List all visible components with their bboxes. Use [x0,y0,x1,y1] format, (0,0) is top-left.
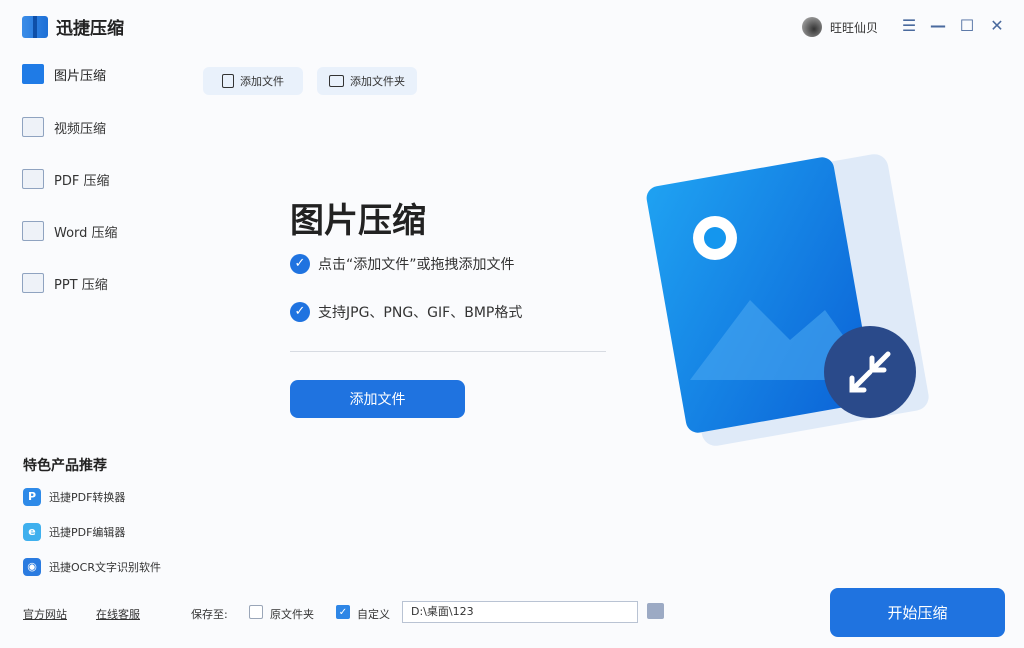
nav-label: Word 压缩 [54,225,118,241]
folder-browse-icon[interactable] [647,603,664,619]
recommend-item[interactable]: e 迅捷PDF编辑器 [23,523,125,541]
video-icon [22,117,44,137]
add-file-label: 添加文件 [240,75,284,88]
close-button[interactable]: ✕ [987,16,1007,36]
save-to-label: 保存至: [191,608,228,621]
page-title: 图片压缩 [290,201,426,241]
custom-label: 自定义 [357,608,390,621]
check-circle-icon: ✓ [290,302,310,322]
feature-text: 支持JPG、PNG、GIF、BMP格式 [318,305,523,321]
check-circle-icon: ✓ [290,254,310,274]
online-service-link[interactable]: 在线客服 [96,606,140,622]
ocr-icon: ◉ [23,558,41,576]
app-title: 迅捷压缩 [56,19,124,39]
file-add-icon [222,74,234,88]
minimize-button[interactable]: — [928,16,948,36]
recommend-title: 特色产品推荐 [23,458,107,474]
start-compress-button[interactable]: 开始压缩 [830,588,1005,637]
nav-label: PPT 压缩 [54,277,108,293]
recommend-label: 迅捷PDF转换器 [49,491,126,504]
menu-icon[interactable]: ☰ [899,16,919,36]
custom-checkbox[interactable]: ✓ [336,605,350,619]
ppt-icon [22,273,44,293]
official-site-link[interactable]: 官方网站 [23,606,67,622]
folder-add-icon [329,75,344,87]
recommend-label: 迅捷PDF编辑器 [49,526,126,539]
pdf-icon [22,169,44,189]
zip-logo-icon [22,15,48,38]
pdf-editor-icon: e [23,523,41,541]
nav-label: 图片压缩 [54,68,107,84]
original-folder-label: 原文件夹 [270,608,314,621]
sidebar-item-pdf[interactable]: PDF 压缩 [22,169,109,189]
image-icon [22,64,44,84]
sidebar-item-image[interactable]: 图片压缩 [22,64,106,84]
sidebar-item-video[interactable]: 视频压缩 [22,117,106,137]
maximize-button[interactable]: ☐ [957,16,977,36]
nav-label: PDF 压缩 [54,173,110,189]
app-logo: 迅捷压缩 [22,14,124,39]
feature-item: ✓ 点击“添加文件”或拖拽添加文件 [290,254,515,274]
pdf-converter-icon: P [23,488,41,506]
add-folder-label: 添加文件夹 [350,75,405,88]
recommend-item[interactable]: ◉ 迅捷OCR文字识别软件 [23,558,161,576]
user-name: 旺旺仙贝 [830,20,879,35]
recommend-item[interactable]: P 迅捷PDF转换器 [23,488,125,506]
word-icon [22,221,44,241]
divider [290,351,606,352]
feature-item: ✓ 支持JPG、PNG、GIF、BMP格式 [290,302,522,322]
save-path-input[interactable]: D:\桌面\123 [402,601,638,623]
image-compress-illustration [646,154,929,446]
add-file-toolbar-button[interactable]: 添加文件 [203,67,303,95]
original-folder-checkbox[interactable] [249,605,263,619]
avatar[interactable] [802,17,822,37]
add-file-button[interactable]: 添加文件 [290,380,465,418]
nav-label: 视频压缩 [54,121,107,137]
sidebar-item-ppt[interactable]: PPT 压缩 [22,273,108,293]
recommend-label: 迅捷OCR文字识别软件 [49,561,161,574]
user-profile[interactable]: 旺旺仙贝 [802,17,878,37]
feature-text: 点击“添加文件”或拖拽添加文件 [318,257,515,273]
sidebar-item-word[interactable]: Word 压缩 [22,221,118,241]
add-folder-toolbar-button[interactable]: 添加文件夹 [317,67,417,95]
